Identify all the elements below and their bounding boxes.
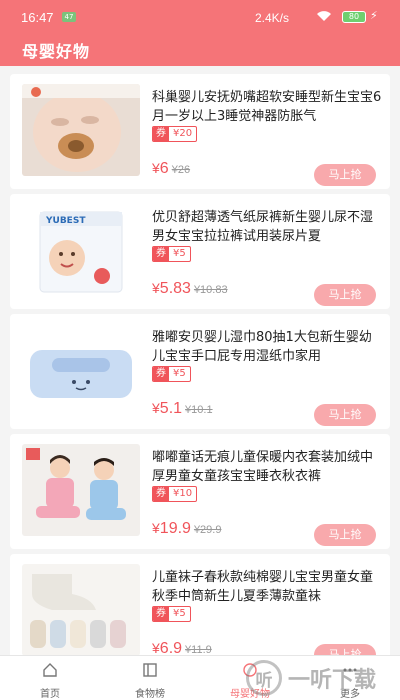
coupon-label: 券 xyxy=(153,127,169,141)
product-card[interactable]: YUBEST 优贝舒超薄透气纸尿裤新生婴儿尿不湿男女宝宝拉拉裤试用装尿片夏 券 … xyxy=(10,194,390,309)
coupon-label: 券 xyxy=(153,247,169,261)
brand-logo-text: YUBEST xyxy=(45,216,86,226)
watermark-text: 一听下载 xyxy=(288,668,377,693)
product-card[interactable]: 科巢婴儿安抚奶嘴超软安睡型新生宝宝6月一岁以上3睡觉神器防胀气 券 ¥20 ¥6… xyxy=(10,74,390,189)
product-title: 儿童袜子春秋款纯棉婴儿宝宝男童女童秋季中筒新生儿夏季薄款童袜 xyxy=(152,570,374,604)
battery-icon: 80 xyxy=(342,11,366,23)
watermark: 听 一听下载 xyxy=(246,658,376,698)
charging-icon: ⚡ xyxy=(370,9,378,22)
product-price: ¥5.1 ¥10.1 xyxy=(152,400,213,418)
price-currency: ¥ xyxy=(152,160,160,176)
product-card[interactable]: 雅嘟安贝婴儿湿巾80抽1大包新生婴幼儿宝宝手口屁专用湿纸巾家用 券 ¥5 ¥5.… xyxy=(10,314,390,429)
tab-home[interactable]: 首页 xyxy=(0,656,100,700)
product-price: ¥5.83 ¥10.83 xyxy=(152,280,228,298)
product-card[interactable]: 嘟嘟童话无痕儿童保暖内衣套装加绒中厚男童女童孩宝宝睡衣秋衣裤 券 ¥10 ¥19… xyxy=(10,434,390,549)
coupon-value: ¥5 xyxy=(173,368,186,379)
coupon-badge: 券 ¥5 xyxy=(152,366,191,382)
price-current: 6 xyxy=(159,160,169,177)
tab-food-ranking[interactable]: 食物榜 xyxy=(100,656,200,700)
price-original: ¥10.83 xyxy=(193,284,228,296)
coupon-label: 券 xyxy=(153,607,169,621)
price-currency: ¥ xyxy=(152,280,160,296)
product-image-socks xyxy=(22,564,140,656)
product-image-pacifier xyxy=(22,84,140,176)
watermark-logo-icon: 听 xyxy=(246,660,282,696)
coupon-label: 券 xyxy=(153,487,169,501)
wifi-icon xyxy=(317,11,331,21)
product-image-wipes xyxy=(22,324,140,416)
price-original: ¥26 xyxy=(171,164,191,176)
page-title: 母婴好物 xyxy=(22,42,91,61)
coupon-badge: 券 ¥5 xyxy=(152,606,191,622)
product-image-diaper: YUBEST xyxy=(22,204,140,296)
notification-badge-icon: 47 xyxy=(62,12,76,22)
coupon-badge: 券 ¥5 xyxy=(152,246,191,262)
app-header: 16:47 47 2.4K/s 80 ⚡ 母婴好物 xyxy=(0,0,400,66)
coupon-label: 券 xyxy=(153,367,169,381)
tab-label: 食物榜 xyxy=(135,689,165,700)
coupon-value: ¥10 xyxy=(173,488,193,499)
coupon-value: ¥5 xyxy=(173,608,186,619)
status-time: 16:47 xyxy=(21,10,54,25)
coupon-badge: 券 ¥20 xyxy=(152,126,198,142)
price-current: 19.9 xyxy=(159,520,191,537)
price-currency: ¥ xyxy=(152,400,160,416)
price-current: 5.1 xyxy=(159,400,183,417)
product-card[interactable]: 儿童袜子春秋款纯棉婴儿宝宝男童女童秋季中筒新生儿夏季薄款童袜 券 ¥5 ¥6.9… xyxy=(10,554,390,669)
home-icon xyxy=(43,663,57,677)
buy-now-button[interactable]: 马上抢 xyxy=(314,524,376,546)
coupon-value: ¥5 xyxy=(173,248,186,259)
price-current: 5.83 xyxy=(159,280,191,297)
price-currency: ¥ xyxy=(152,640,160,656)
buy-now-button[interactable]: 马上抢 xyxy=(314,404,376,426)
product-title: 优贝舒超薄透气纸尿裤新生婴儿尿不湿男女宝宝拉拉裤试用装尿片夏 xyxy=(152,210,374,244)
network-speed: 2.4K/s xyxy=(255,11,290,25)
price-original: ¥10.1 xyxy=(185,404,213,416)
tab-label: 首页 xyxy=(40,689,60,700)
product-title: 雅嘟安贝婴儿湿巾80抽1大包新生婴幼儿宝宝手口屁专用湿纸巾家用 xyxy=(152,330,372,364)
list-icon xyxy=(143,663,157,677)
product-title: 嘟嘟童话无痕儿童保暖内衣套装加绒中厚男童女童孩宝宝睡衣秋衣裤 xyxy=(152,450,374,484)
product-price: ¥6 ¥26 xyxy=(152,160,190,178)
status-bar: 16:47 47 2.4K/s 80 ⚡ xyxy=(0,0,400,34)
product-title: 科巢婴儿安抚奶嘴超软安睡型新生宝宝6月一岁以上3睡觉神器防胀气 xyxy=(152,90,382,124)
coupon-badge: 券 ¥10 xyxy=(152,486,198,502)
price-currency: ¥ xyxy=(152,520,160,536)
price-original: ¥29.9 xyxy=(193,524,222,536)
coupon-value: ¥20 xyxy=(173,128,193,139)
product-image-thermal-underwear xyxy=(22,444,140,536)
buy-now-button[interactable]: 马上抢 xyxy=(314,284,376,306)
buy-now-button[interactable]: 马上抢 xyxy=(314,164,376,186)
product-price: ¥19.9 ¥29.9 xyxy=(152,520,221,538)
